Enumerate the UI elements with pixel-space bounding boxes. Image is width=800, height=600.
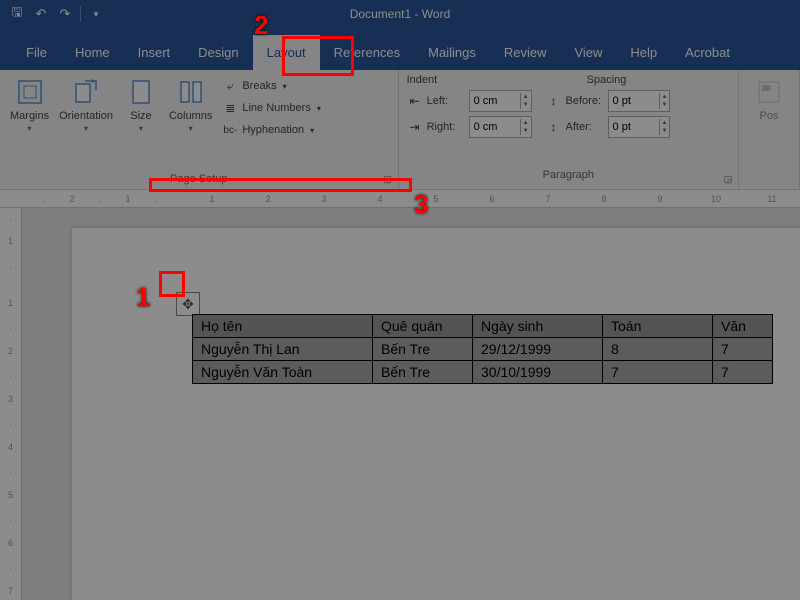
page[interactable]: ✥ Họ tên Quê quán Ngày sinh Toán Văn Ngu…: [72, 228, 800, 600]
orientation-icon: [70, 76, 102, 108]
table-header[interactable]: Họ tên: [193, 315, 373, 338]
spin-up[interactable]: ▲: [521, 119, 531, 127]
table-header[interactable]: Ngày sinh: [473, 315, 603, 338]
margins-button[interactable]: Margins ▾: [6, 74, 53, 135]
indent-heading: Indent: [407, 74, 547, 86]
table-cell[interactable]: 30/10/1999: [473, 361, 603, 384]
tab-insert[interactable]: Insert: [124, 35, 185, 70]
spin-down[interactable]: ▼: [521, 101, 531, 109]
breaks-icon: ⤶: [222, 78, 238, 94]
margins-icon: [14, 76, 46, 108]
table-cell[interactable]: Nguyễn Thị Lan: [193, 338, 373, 361]
chevron-down-icon: ▾: [310, 126, 314, 135]
indent-right-icon: ⇥: [407, 119, 423, 135]
indent-left-icon: ⇤: [407, 93, 423, 109]
columns-icon: [175, 76, 207, 108]
size-icon: [125, 76, 157, 108]
table-cell[interactable]: 8: [603, 338, 713, 361]
tab-file[interactable]: File: [12, 35, 61, 70]
size-button[interactable]: Size ▾: [119, 74, 163, 135]
table-cell[interactable]: Bến Tre: [373, 361, 473, 384]
indent-left-input[interactable]: ▲▼: [469, 90, 532, 112]
undo-button[interactable]: ↶: [30, 3, 52, 25]
tab-mailings[interactable]: Mailings: [414, 35, 490, 70]
group-page-setup: Margins ▾ Orientation ▾ Size ▾ Columns ▾…: [0, 70, 399, 189]
line-numbers-icon: ≣: [222, 100, 238, 116]
ribbon-tabs: File Home Insert Design Layout Reference…: [0, 28, 800, 70]
chevron-down-icon: ▾: [28, 124, 32, 133]
orientation-button[interactable]: Orientation ▾: [55, 74, 117, 135]
qat-separator: [80, 6, 81, 22]
spin-down[interactable]: ▼: [521, 127, 531, 135]
group-arrange: Pos: [739, 70, 800, 189]
columns-button[interactable]: Columns ▾: [165, 74, 216, 135]
spacing-heading: Spacing: [587, 74, 627, 86]
position-icon: [753, 76, 785, 108]
spin-down[interactable]: ▼: [660, 101, 670, 109]
tab-acrobat[interactable]: Acrobat: [671, 35, 744, 70]
spacing-before-input[interactable]: ▲▼: [608, 90, 671, 112]
tab-help[interactable]: Help: [616, 35, 671, 70]
horizontal-ruler[interactable]: .2.1.1.2.3.4.5.6.7.8.9.10.11: [0, 190, 800, 208]
chevron-down-icon: ▾: [317, 104, 321, 113]
table-row[interactable]: Nguyễn Văn Toàn Bến Tre 30/10/1999 7 7: [193, 361, 773, 384]
spacing-after-input[interactable]: ▲▼: [608, 116, 671, 138]
save-button[interactable]: 🖫: [6, 3, 28, 25]
vertical-ruler[interactable]: .1.1.2.3.4.5.6.7: [0, 208, 22, 600]
quick-access-toolbar: 🖫 ↶ ↷ ▾: [0, 3, 107, 25]
tab-home[interactable]: Home: [61, 35, 124, 70]
table-cell[interactable]: 7: [713, 338, 773, 361]
table-header[interactable]: Văn: [713, 315, 773, 338]
title-bar: 🖫 ↶ ↷ ▾ Document1 - Word: [0, 0, 800, 28]
chevron-down-icon: ▾: [283, 82, 287, 91]
qat-customize[interactable]: ▾: [85, 3, 107, 25]
spin-up[interactable]: ▲: [660, 93, 670, 101]
tab-review[interactable]: Review: [490, 35, 561, 70]
tab-view[interactable]: View: [560, 35, 616, 70]
document-title: Document1 - Word: [350, 7, 450, 21]
position-button[interactable]: Pos: [747, 74, 791, 124]
group-paragraph: Indent Spacing ⇤Left: ▲▼ ↕Before: ▲▼ ⇥Ri…: [399, 70, 739, 189]
redo-button[interactable]: ↷: [54, 3, 76, 25]
table-header-row[interactable]: Họ tên Quê quán Ngày sinh Toán Văn: [193, 315, 773, 338]
indent-right-input[interactable]: ▲▼: [469, 116, 532, 138]
chevron-down-icon: ▾: [189, 124, 193, 133]
document-table[interactable]: Họ tên Quê quán Ngày sinh Toán Văn Nguyễ…: [192, 314, 773, 384]
spacing-after-icon: ↕: [546, 119, 562, 135]
spin-down[interactable]: ▼: [660, 127, 670, 135]
page-setup-launcher[interactable]: ◲: [382, 173, 394, 185]
spacing-before-icon: ↕: [546, 93, 562, 109]
table-cell[interactable]: Nguyễn Văn Toàn: [193, 361, 373, 384]
tab-design[interactable]: Design: [184, 35, 252, 70]
spin-up[interactable]: ▲: [660, 119, 670, 127]
table-row[interactable]: Nguyễn Thị Lan Bến Tre 29/12/1999 8 7: [193, 338, 773, 361]
table-cell[interactable]: Bến Tre: [373, 338, 473, 361]
table-header[interactable]: Toán: [603, 315, 713, 338]
table-cell[interactable]: 7: [603, 361, 713, 384]
document-area[interactable]: ✥ Họ tên Quê quán Ngày sinh Toán Văn Ngu…: [22, 208, 800, 600]
group-label-paragraph: Paragraph: [407, 167, 730, 185]
table-cell[interactable]: 7: [713, 361, 773, 384]
tab-references[interactable]: References: [320, 35, 414, 70]
tab-layout[interactable]: Layout: [253, 35, 320, 70]
group-label-page-setup: Page Setup: [6, 171, 392, 189]
spin-up[interactable]: ▲: [521, 93, 531, 101]
line-numbers-button[interactable]: ≣Line Numbers▾: [218, 98, 325, 118]
table-move-handle[interactable]: ✥: [176, 292, 200, 316]
chevron-down-icon: ▾: [139, 124, 143, 133]
paragraph-launcher[interactable]: ◲: [722, 173, 734, 185]
ribbon: Margins ▾ Orientation ▾ Size ▾ Columns ▾…: [0, 70, 800, 190]
chevron-down-icon: ▾: [84, 124, 88, 133]
table-cell[interactable]: 29/12/1999: [473, 338, 603, 361]
table-header[interactable]: Quê quán: [373, 315, 473, 338]
hyphenation-icon: bc‑: [222, 122, 238, 138]
hyphenation-button[interactable]: bc‑Hyphenation▾: [218, 120, 325, 140]
breaks-button[interactable]: ⤶Breaks▾: [218, 76, 325, 96]
